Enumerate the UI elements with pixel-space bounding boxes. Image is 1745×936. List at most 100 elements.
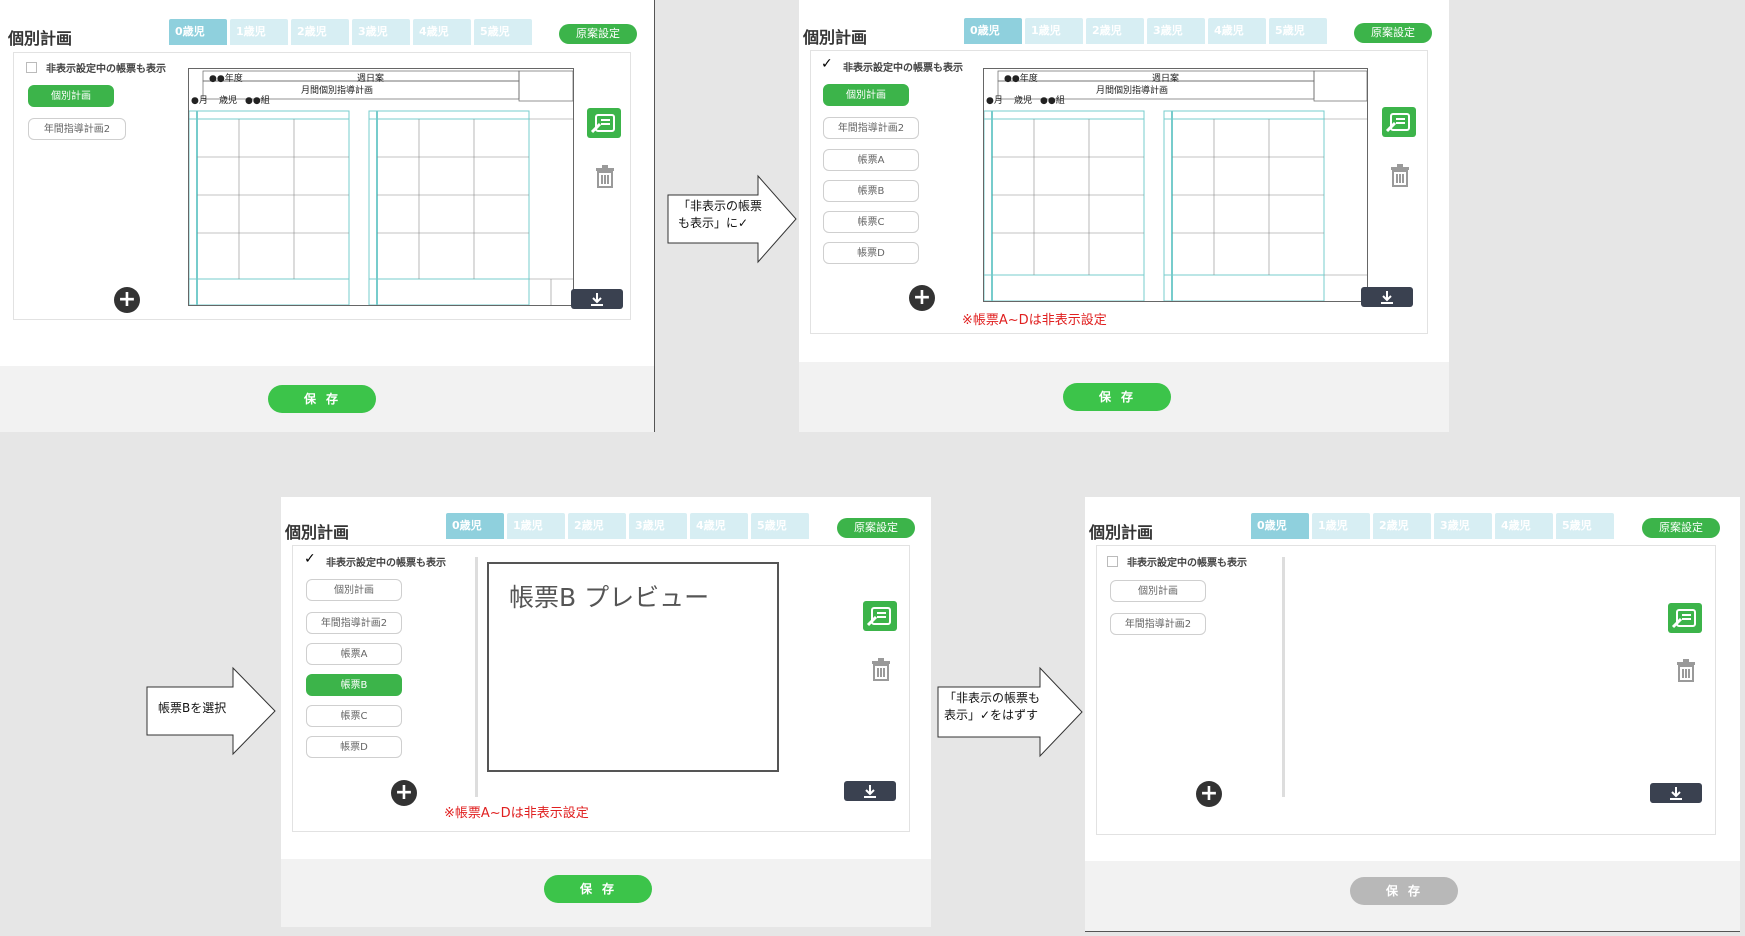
show-hidden-checkbox[interactable]	[1107, 556, 1118, 567]
sheet-monthly: 月間個別指導計画	[1096, 86, 1169, 96]
doc-item[interactable]: 年間指導計画2	[1110, 613, 1206, 635]
sheet-age: 歳児	[1014, 96, 1033, 106]
tab-age-4[interactable]: 4歳児	[413, 19, 471, 45]
tab-age-1[interactable]: 1歳児	[230, 19, 288, 45]
tab-age-5[interactable]: 5歳児	[751, 513, 809, 539]
tab-age-1[interactable]: 1歳児	[1025, 18, 1083, 44]
tab-age-4[interactable]: 4歳児	[690, 513, 748, 539]
doc-item[interactable]: 年間指導計画2	[28, 118, 126, 140]
tab-age-3[interactable]: 3歳児	[1147, 18, 1205, 44]
doc-item[interactable]: 個別計画	[823, 84, 909, 106]
tab-age-5[interactable]: 5歳児	[1269, 18, 1327, 44]
preview-label: 帳票B プレビュー	[509, 583, 710, 612]
sheet-month: ●月	[191, 96, 208, 106]
doc-item[interactable]: 個別計画	[1110, 580, 1206, 602]
doc-item[interactable]: 年間指導計画2	[823, 117, 919, 139]
download-icon[interactable]	[1361, 287, 1413, 307]
sheet-class: ●●組	[1040, 96, 1065, 106]
add-icon[interactable]: +	[114, 287, 140, 313]
download-icon[interactable]	[1650, 783, 1702, 803]
save-button[interactable]: 保存	[1350, 877, 1458, 905]
doc-item[interactable]: 個別計画	[306, 579, 402, 601]
trash-icon[interactable]	[1386, 162, 1414, 188]
age-tabs: 0歳児 1歳児 2歳児 3歳児 4歳児 5歳児	[446, 513, 812, 539]
edit-icon[interactable]	[1382, 107, 1416, 137]
doc-item[interactable]: 帳票D	[823, 242, 919, 264]
list-divider	[1282, 557, 1285, 797]
tab-age-2[interactable]: 2歳児	[1086, 18, 1144, 44]
show-hidden-toggle[interactable]: 非表示設定中の帳票も表示	[304, 551, 446, 569]
tab-age-5[interactable]: 5歳児	[1556, 513, 1614, 539]
edit-icon[interactable]	[863, 601, 897, 631]
doc-item[interactable]: 帳票B	[823, 180, 919, 202]
tab-age-1[interactable]: 1歳児	[1312, 513, 1370, 539]
hidden-note: ※帳票A~Dは非表示設定	[962, 313, 1107, 328]
doc-item[interactable]: 帳票C	[306, 705, 402, 727]
arrow-caption-line: 「非表示の帳票	[678, 199, 763, 213]
show-hidden-checkbox[interactable]	[821, 56, 834, 72]
panel-show-hidden: 個別計画 0歳児 1歳児 2歳児 3歳児 4歳児 5歳児 原案設定 非表示設定中…	[799, 0, 1449, 432]
show-hidden-toggle[interactable]: 非表示設定中の帳票も表示	[1107, 554, 1247, 569]
save-button[interactable]: 保存	[544, 875, 652, 903]
arrow-caption: 「非表示の帳票も 表示」✓をはずす	[944, 690, 1040, 724]
save-button[interactable]: 保存	[268, 385, 376, 413]
doc-item[interactable]: 個別計画	[28, 85, 114, 107]
tab-age-2[interactable]: 2歳児	[1373, 513, 1431, 539]
sheet-year: ●●年度	[209, 74, 243, 84]
show-hidden-toggle[interactable]: 非表示設定中の帳票も表示	[26, 60, 166, 75]
tab-age-3[interactable]: 3歳児	[352, 19, 410, 45]
sheet-monthly: 月間個別指導計画	[301, 86, 374, 96]
add-icon[interactable]: +	[1196, 781, 1222, 807]
panel-initial: 個別計画 0歳児 1歳児 2歳児 3歳児 4歳児 5歳児 原案設定 非表示設定中…	[0, 0, 655, 432]
download-icon[interactable]	[844, 781, 896, 801]
doc-item[interactable]: 帳票A	[306, 643, 402, 665]
edit-icon[interactable]	[1668, 603, 1702, 633]
doc-item[interactable]: 帳票D	[306, 736, 402, 758]
tab-age-0[interactable]: 0歳児	[964, 18, 1022, 44]
tab-age-2[interactable]: 2歳児	[291, 19, 349, 45]
tab-age-1[interactable]: 1歳児	[507, 513, 565, 539]
age-tabs: 0歳児 1歳児 2歳児 3歳児 4歳児 5歳児	[169, 19, 535, 45]
arrow-caption-line: 表示」✓をはずす	[944, 708, 1039, 722]
save-button[interactable]: 保存	[1063, 383, 1171, 411]
doc-item[interactable]: 帳票C	[823, 211, 919, 233]
show-hidden-toggle[interactable]: 非表示設定中の帳票も表示	[821, 56, 963, 74]
add-icon[interactable]: +	[391, 780, 417, 806]
tab-age-4[interactable]: 4歳児	[1208, 18, 1266, 44]
sheet-age: 歳児	[219, 96, 238, 106]
show-hidden-label: 非表示設定中の帳票も表示	[1127, 558, 1247, 569]
show-hidden-checkbox[interactable]	[304, 551, 317, 567]
tab-age-3[interactable]: 3歳児	[629, 513, 687, 539]
tab-age-0[interactable]: 0歳児	[446, 513, 504, 539]
page-title: 個別計画	[8, 29, 73, 48]
panel-hide-hidden: 個別計画 0歳児 1歳児 2歳児 3歳児 4歳児 5歳児 原案設定 非表示設定中…	[1085, 497, 1740, 932]
tab-age-2[interactable]: 2歳児	[568, 513, 626, 539]
document-preview: ●●年度 週日案 月間個別指導計画 ●月 歳児 ●●組	[188, 68, 574, 306]
doc-item[interactable]: 帳票A	[823, 149, 919, 171]
tab-age-4[interactable]: 4歳児	[1495, 513, 1553, 539]
download-icon[interactable]	[571, 289, 623, 309]
tab-age-0[interactable]: 0歳児	[1251, 513, 1309, 539]
age-tabs: 0歳児 1歳児 2歳児 3歳児 4歳児 5歳児	[1251, 513, 1617, 539]
generate-draft-button[interactable]: 原案設定	[837, 518, 915, 538]
tab-age-0[interactable]: 0歳児	[169, 19, 227, 45]
arrow-caption-line: 「非表示の帳票も	[944, 691, 1041, 705]
arrow-caption: 帳票Bを選択	[158, 700, 226, 717]
generate-draft-button[interactable]: 原案設定	[1354, 23, 1432, 43]
doc-item[interactable]: 年間指導計画2	[306, 612, 402, 634]
generate-draft-button[interactable]: 原案設定	[1642, 518, 1720, 538]
arrow-caption-line: も表示」に✓	[678, 216, 749, 230]
trash-icon[interactable]	[591, 163, 619, 189]
tab-age-3[interactable]: 3歳児	[1434, 513, 1492, 539]
trash-icon[interactable]	[867, 656, 895, 682]
generate-draft-button[interactable]: 原案設定	[559, 24, 637, 44]
show-hidden-label: 非表示設定中の帳票も表示	[46, 64, 166, 75]
tab-age-5[interactable]: 5歳児	[474, 19, 532, 45]
list-divider	[475, 557, 478, 797]
add-icon[interactable]: +	[909, 285, 935, 311]
edit-icon[interactable]	[587, 108, 621, 138]
trash-icon[interactable]	[1672, 657, 1700, 683]
doc-item[interactable]: 帳票B	[306, 674, 402, 696]
arrow-caption: 「非表示の帳票 も表示」に✓	[678, 198, 762, 232]
show-hidden-checkbox[interactable]	[26, 62, 37, 73]
